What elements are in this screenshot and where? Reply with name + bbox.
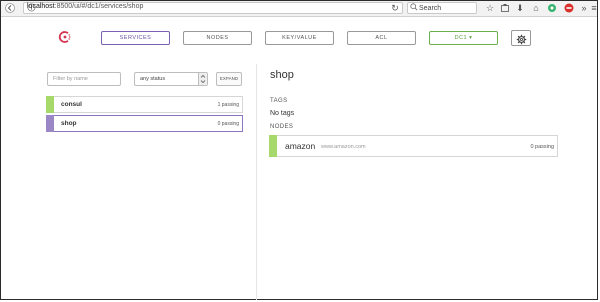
home-icon[interactable]: ⌂	[531, 3, 541, 13]
status-select[interactable]: any status	[134, 72, 208, 86]
service-status: 0 passing	[217, 121, 239, 127]
library-icon[interactable]	[500, 3, 510, 13]
consul-logo-icon[interactable]	[58, 30, 72, 44]
node-status: 0 passing	[530, 144, 554, 150]
service-name: shop	[61, 120, 77, 127]
search-placeholder: Search	[419, 5, 442, 12]
extension-green-icon[interactable]	[547, 3, 557, 13]
status-bar-passing	[46, 96, 54, 113]
expand-button[interactable]: EXPAND	[216, 72, 242, 86]
nav-acl-button[interactable]: ACL	[347, 31, 416, 45]
bookmark-star-icon[interactable]: ☆	[485, 3, 495, 13]
download-icon[interactable]: ⬇	[515, 3, 525, 13]
node-item-amazon[interactable]: amazon www.amazon.com 0 passing	[269, 135, 558, 157]
status-select-value: any status	[140, 76, 166, 82]
node-name: amazon	[285, 141, 316, 151]
gear-icon	[516, 32, 527, 50]
nav-keyvalue-button[interactable]: KEY/VALUE	[265, 31, 334, 45]
hamburger-menu-icon[interactable]: ≡	[589, 3, 599, 13]
overflow-menu-icon[interactable]: »	[579, 3, 589, 13]
nav-services-button[interactable]: SERVICES	[101, 31, 170, 45]
service-item-consul[interactable]: consul 1 passing	[46, 96, 243, 113]
panel-divider	[256, 64, 257, 300]
tags-value: No tags	[270, 110, 295, 117]
nav-nodes-button[interactable]: NODES	[183, 31, 252, 45]
reload-icon[interactable]: ↻	[390, 3, 400, 13]
back-icon[interactable]	[5, 3, 15, 13]
filter-by-name-input[interactable]: Filter by name	[47, 72, 121, 86]
browser-search-box[interactable]: Search	[407, 2, 477, 14]
nodes-label: NODES	[270, 124, 294, 130]
status-bar-selected	[46, 115, 54, 132]
browser-toolbar: ↻ localhost:8500/ui/#/dc1/services/shop …	[1, 1, 597, 17]
service-status: 1 passing	[217, 102, 239, 108]
extension-red-icon[interactable]	[564, 3, 574, 13]
service-name: consul	[61, 101, 82, 108]
select-arrow-icon	[198, 73, 207, 85]
settings-button[interactable]	[511, 30, 531, 46]
node-address: www.amazon.com	[321, 144, 366, 150]
url-text: localhost:8500/ui/#/dc1/services/shop	[27, 3, 144, 10]
datacenter-dropdown[interactable]: DC1 ▾	[429, 31, 498, 45]
tags-label: TAGS	[270, 98, 288, 104]
search-icon	[409, 3, 419, 13]
service-detail-title: shop	[270, 69, 294, 81]
service-item-shop[interactable]: shop 0 passing	[46, 115, 243, 132]
status-bar-passing	[269, 135, 277, 157]
